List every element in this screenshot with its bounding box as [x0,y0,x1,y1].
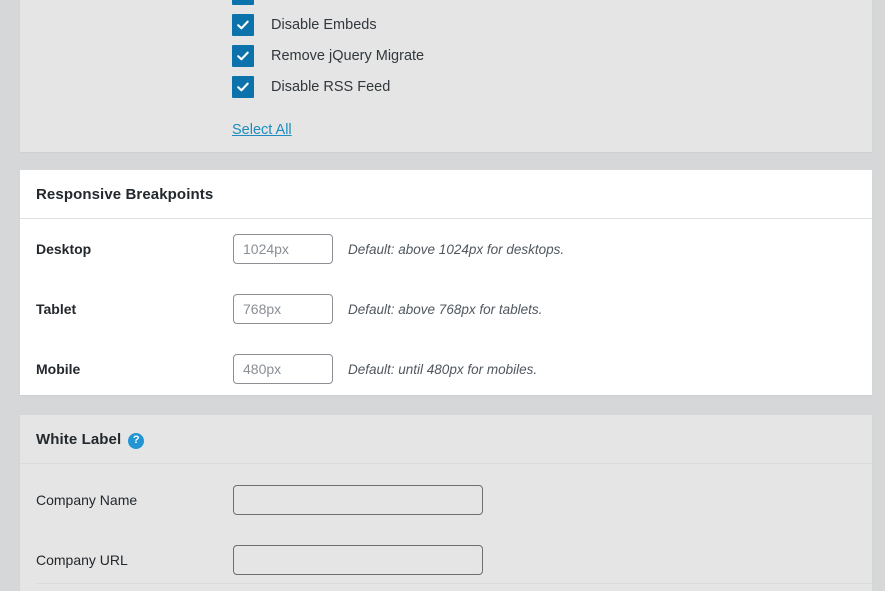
checkbox-row-remove-jquery-migrate[interactable]: Remove jQuery Migrate [20,40,872,71]
settings-page: Disable Embeds Remove jQuery Migrate Dis… [0,0,885,591]
checkbox-label-disable-rss-feed: Disable RSS Feed [271,79,390,95]
checkbox-list: Disable Embeds Remove jQuery Migrate Dis… [20,0,872,138]
checkbox-disable-rss-feed[interactable] [232,76,254,98]
white-label-bottom-divider [36,583,872,584]
optimization-options-panel: Disable Embeds Remove jQuery Migrate Dis… [20,0,872,152]
breakpoint-description-desktop: Default: above 1024px for desktops. [348,242,564,257]
responsive-breakpoints-title: Responsive Breakpoints [20,170,872,218]
help-icon-glyph: ? [133,435,140,446]
breakpoint-description-mobile: Default: until 480px for mobiles. [348,362,537,377]
breakpoint-input-tablet[interactable] [233,294,333,324]
checkbox-label-remove-jquery-migrate: Remove jQuery Migrate [271,48,424,64]
breakpoint-description-tablet: Default: above 768px for tablets. [348,302,542,317]
breakpoint-input-desktop[interactable] [233,234,333,264]
breakpoint-row-mobile: Mobile Default: until 480px for mobiles. [20,339,872,399]
breakpoint-row-desktop: Desktop Default: above 1024px for deskto… [20,219,872,279]
checkbox-disable-embeds[interactable] [232,14,254,36]
panel-title-text: Responsive Breakpoints [36,186,213,203]
white-label-panel: White Label ? Company Name Company URL [20,415,872,591]
help-icon[interactable]: ? [128,433,144,449]
select-all-row: Select All [20,121,872,138]
white-label-row-company-url: Company URL [20,530,872,590]
company-name-label: Company Name [36,492,233,508]
checkbox-remove-jquery-migrate[interactable] [232,45,254,67]
white-label-fields: Company Name Company URL [20,464,872,590]
breakpoint-label-desktop: Desktop [36,241,233,257]
white-label-row-company-name: Company Name [20,470,872,530]
select-all-link[interactable]: Select All [232,122,292,138]
checkbox-row-disable-embeds[interactable]: Disable Embeds [20,9,872,40]
checkbox-row-partial[interactable] [20,0,872,9]
breakpoint-label-tablet: Tablet [36,301,233,317]
company-url-input[interactable] [233,545,483,575]
breakpoint-input-mobile[interactable] [233,354,333,384]
checkbox-label-disable-embeds: Disable Embeds [271,17,377,33]
breakpoint-label-mobile: Mobile [36,361,233,377]
breakpoint-row-tablet: Tablet Default: above 768px for tablets. [20,279,872,339]
white-label-title-text: White Label [36,431,121,448]
white-label-title: White Label ? [20,415,872,463]
company-url-label: Company URL [36,552,233,568]
responsive-breakpoints-panel: Responsive Breakpoints Desktop Default: … [20,170,872,395]
checkbox-row-disable-rss-feed[interactable]: Disable RSS Feed [20,71,872,102]
company-name-input[interactable] [233,485,483,515]
checkbox-partial[interactable] [232,0,254,5]
